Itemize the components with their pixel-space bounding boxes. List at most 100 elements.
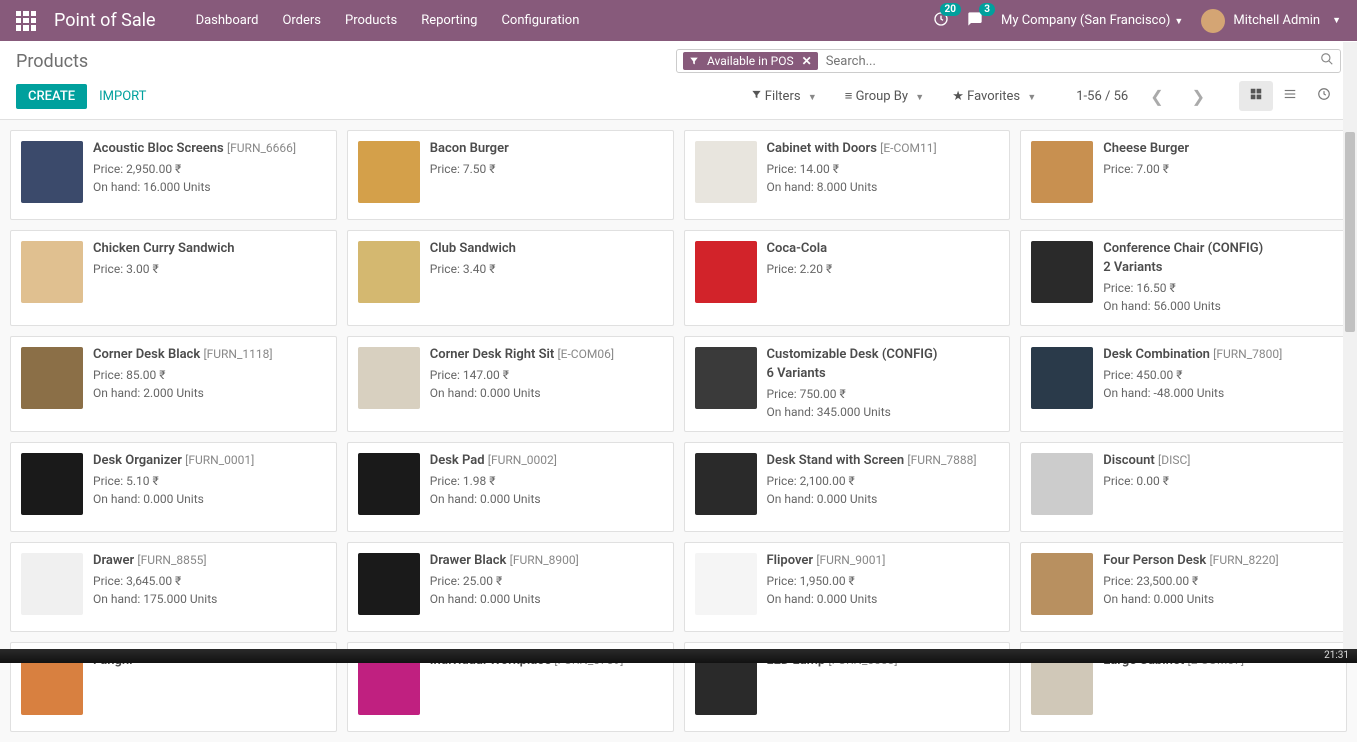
- menu-products[interactable]: Products: [345, 13, 397, 28]
- apps-icon[interactable]: [16, 11, 36, 31]
- filter-icon: [751, 89, 762, 100]
- filters-dropdown[interactable]: Filters ▼: [751, 89, 817, 104]
- product-price: Price: 5.10 ₹: [93, 472, 326, 490]
- product-onhand: On hand: 0.000 Units: [430, 490, 663, 508]
- product-code: [E-COM11]: [880, 141, 937, 155]
- product-code: [FURN_0001]: [185, 453, 254, 467]
- user-menu[interactable]: Mitchell Admin▼: [1201, 9, 1341, 33]
- product-card[interactable]: Chicken Curry Sandwich Price: 3.00 ₹: [10, 230, 337, 326]
- product-name: Cheese Burger: [1103, 141, 1336, 156]
- product-variants: 2 Variants: [1103, 260, 1336, 275]
- product-name: Club Sandwich: [430, 241, 663, 256]
- product-card[interactable]: Bacon Burger Price: 7.50 ₹: [347, 130, 674, 220]
- product-image: [695, 453, 757, 515]
- product-image: [358, 347, 420, 409]
- menu-dashboard[interactable]: Dashboard: [196, 13, 259, 28]
- product-card[interactable]: Corner Desk Black [FURN_1118] Price: 85.0…: [10, 336, 337, 432]
- product-image: [695, 347, 757, 409]
- search-bar[interactable]: Available in POS ✕: [676, 49, 1341, 73]
- app-title: Point of Sale: [54, 10, 156, 31]
- product-name: Drawer [FURN_8855]: [93, 553, 326, 568]
- os-taskbar[interactable]: [0, 649, 1357, 663]
- create-button[interactable]: CREATE: [16, 84, 87, 109]
- product-onhand: On hand: 0.000 Units: [767, 490, 1000, 508]
- search-icon[interactable]: [1320, 52, 1334, 70]
- company-switcher[interactable]: My Company (San Francisco)▼: [1001, 13, 1183, 28]
- product-card[interactable]: Customizable Desk (CONFIG) 6 VariantsPri…: [684, 336, 1011, 432]
- product-price: Price: 85.00 ₹: [93, 366, 326, 384]
- product-image: [1031, 347, 1093, 409]
- product-price: Price: 3,645.00 ₹: [93, 572, 326, 590]
- product-card[interactable]: Desk Stand with Screen [FURN_7888]Price:…: [684, 442, 1011, 532]
- product-image: [1031, 241, 1093, 303]
- product-card[interactable]: Acoustic Bloc Screens [FURN_6666]Price: …: [10, 130, 337, 220]
- product-name: Flipover [FURN_9001]: [767, 553, 1000, 568]
- pager-next[interactable]: ❯: [1186, 83, 1211, 110]
- product-card[interactable]: Club Sandwich Price: 3.40 ₹: [347, 230, 674, 326]
- product-name: Bacon Burger: [430, 141, 663, 156]
- favorites-dropdown[interactable]: ★ Favorites ▼: [952, 89, 1036, 104]
- groupby-dropdown[interactable]: ≡ Group By ▼: [845, 88, 924, 104]
- product-card[interactable]: Discount [DISC]Price: 0.00 ₹: [1020, 442, 1347, 532]
- product-price: Price: 2,100.00 ₹: [767, 472, 1000, 490]
- view-list[interactable]: [1273, 81, 1307, 111]
- menu-reporting[interactable]: Reporting: [421, 13, 477, 28]
- product-price: Price: 3.40 ₹: [430, 260, 663, 278]
- product-image: [1031, 553, 1093, 615]
- product-card[interactable]: Cabinet with Doors [E-COM11]Price: 14.00…: [684, 130, 1011, 220]
- menu-configuration[interactable]: Configuration: [501, 13, 579, 28]
- product-name: Discount [DISC]: [1103, 453, 1336, 468]
- search-input[interactable]: [826, 54, 1320, 69]
- product-code: [FURN_0002]: [488, 453, 557, 467]
- product-card[interactable]: Flipover [FURN_9001] Price: 1,950.00 ₹On …: [684, 542, 1011, 632]
- product-code: [E-COM06]: [557, 347, 614, 361]
- product-card[interactable]: Drawer Black [FURN_8900]Price: 25.00 ₹On…: [347, 542, 674, 632]
- facet-remove[interactable]: ✕: [802, 54, 812, 68]
- product-code: [FURN_9001]: [816, 553, 885, 567]
- product-card[interactable]: Desk Pad [FURN_0002]Price: 1.98 ₹On hand…: [347, 442, 674, 532]
- product-price: Price: 750.00 ₹: [767, 385, 1000, 403]
- product-onhand: On hand: 0.000 Units: [430, 384, 663, 402]
- pager-prev[interactable]: ❮: [1144, 83, 1169, 110]
- product-variants: 6 Variants: [767, 366, 1000, 381]
- product-name: Corner Desk Black [FURN_1118]: [93, 347, 326, 362]
- product-card[interactable]: Cheese Burger Price: 7.00 ₹: [1020, 130, 1347, 220]
- product-card[interactable]: Four Person Desk [FURN_8220]Price: 23,50…: [1020, 542, 1347, 632]
- product-name: Coca-Cola: [767, 241, 1000, 256]
- product-card[interactable]: Desk Organizer [FURN_0001]Price: 5.10 ₹O…: [10, 442, 337, 532]
- product-image: [358, 453, 420, 515]
- list-icon: ≡: [845, 89, 853, 104]
- breadcrumb: Products: [16, 51, 88, 72]
- activity-icon[interactable]: 20: [933, 11, 949, 31]
- pager-text[interactable]: 1-56 / 56: [1076, 89, 1128, 104]
- view-kanban[interactable]: [1239, 81, 1273, 111]
- product-card[interactable]: Conference Chair (CONFIG) 2 VariantsPric…: [1020, 230, 1347, 326]
- product-price: Price: 450.00 ₹: [1103, 366, 1336, 384]
- product-card[interactable]: Coca-Cola Price: 2.20 ₹: [684, 230, 1011, 326]
- filter-icon: [689, 56, 699, 66]
- scrollbar-thumb[interactable]: [1345, 132, 1355, 332]
- product-card[interactable]: Corner Desk Right Sit [E-COM06]Price: 14…: [347, 336, 674, 432]
- view-activity[interactable]: [1307, 81, 1341, 111]
- import-button[interactable]: IMPORT: [87, 84, 158, 109]
- product-image: [21, 347, 83, 409]
- product-name: Desk Combination [FURN_7800]: [1103, 347, 1336, 362]
- product-code: [FURN_1118]: [203, 347, 272, 361]
- product-price: Price: 1,950.00 ₹: [767, 572, 1000, 590]
- activity-badge: 20: [940, 3, 961, 16]
- product-code: [FURN_8900]: [510, 553, 579, 567]
- product-card[interactable]: Desk Combination [FURN_7800] Price: 450.0…: [1020, 336, 1347, 432]
- product-code: [FURN_6666]: [227, 141, 296, 155]
- messages-icon[interactable]: 3: [967, 11, 983, 31]
- vertical-scrollbar[interactable]: [1343, 42, 1357, 649]
- product-onhand: On hand: 56.000 Units: [1103, 297, 1336, 315]
- product-card[interactable]: Drawer [FURN_8855]Price: 3,645.00 ₹On ha…: [10, 542, 337, 632]
- product-image: [21, 453, 83, 515]
- product-price: Price: 14.00 ₹: [767, 160, 1000, 178]
- product-onhand: On hand: 0.000 Units: [767, 590, 1000, 608]
- menu-orders[interactable]: Orders: [282, 13, 321, 28]
- product-code: [FURN_7888]: [907, 453, 976, 467]
- product-name: Acoustic Bloc Screens [FURN_6666]: [93, 141, 326, 156]
- product-onhand: On hand: -48.000 Units: [1103, 384, 1336, 402]
- product-name: Chicken Curry Sandwich: [93, 241, 326, 256]
